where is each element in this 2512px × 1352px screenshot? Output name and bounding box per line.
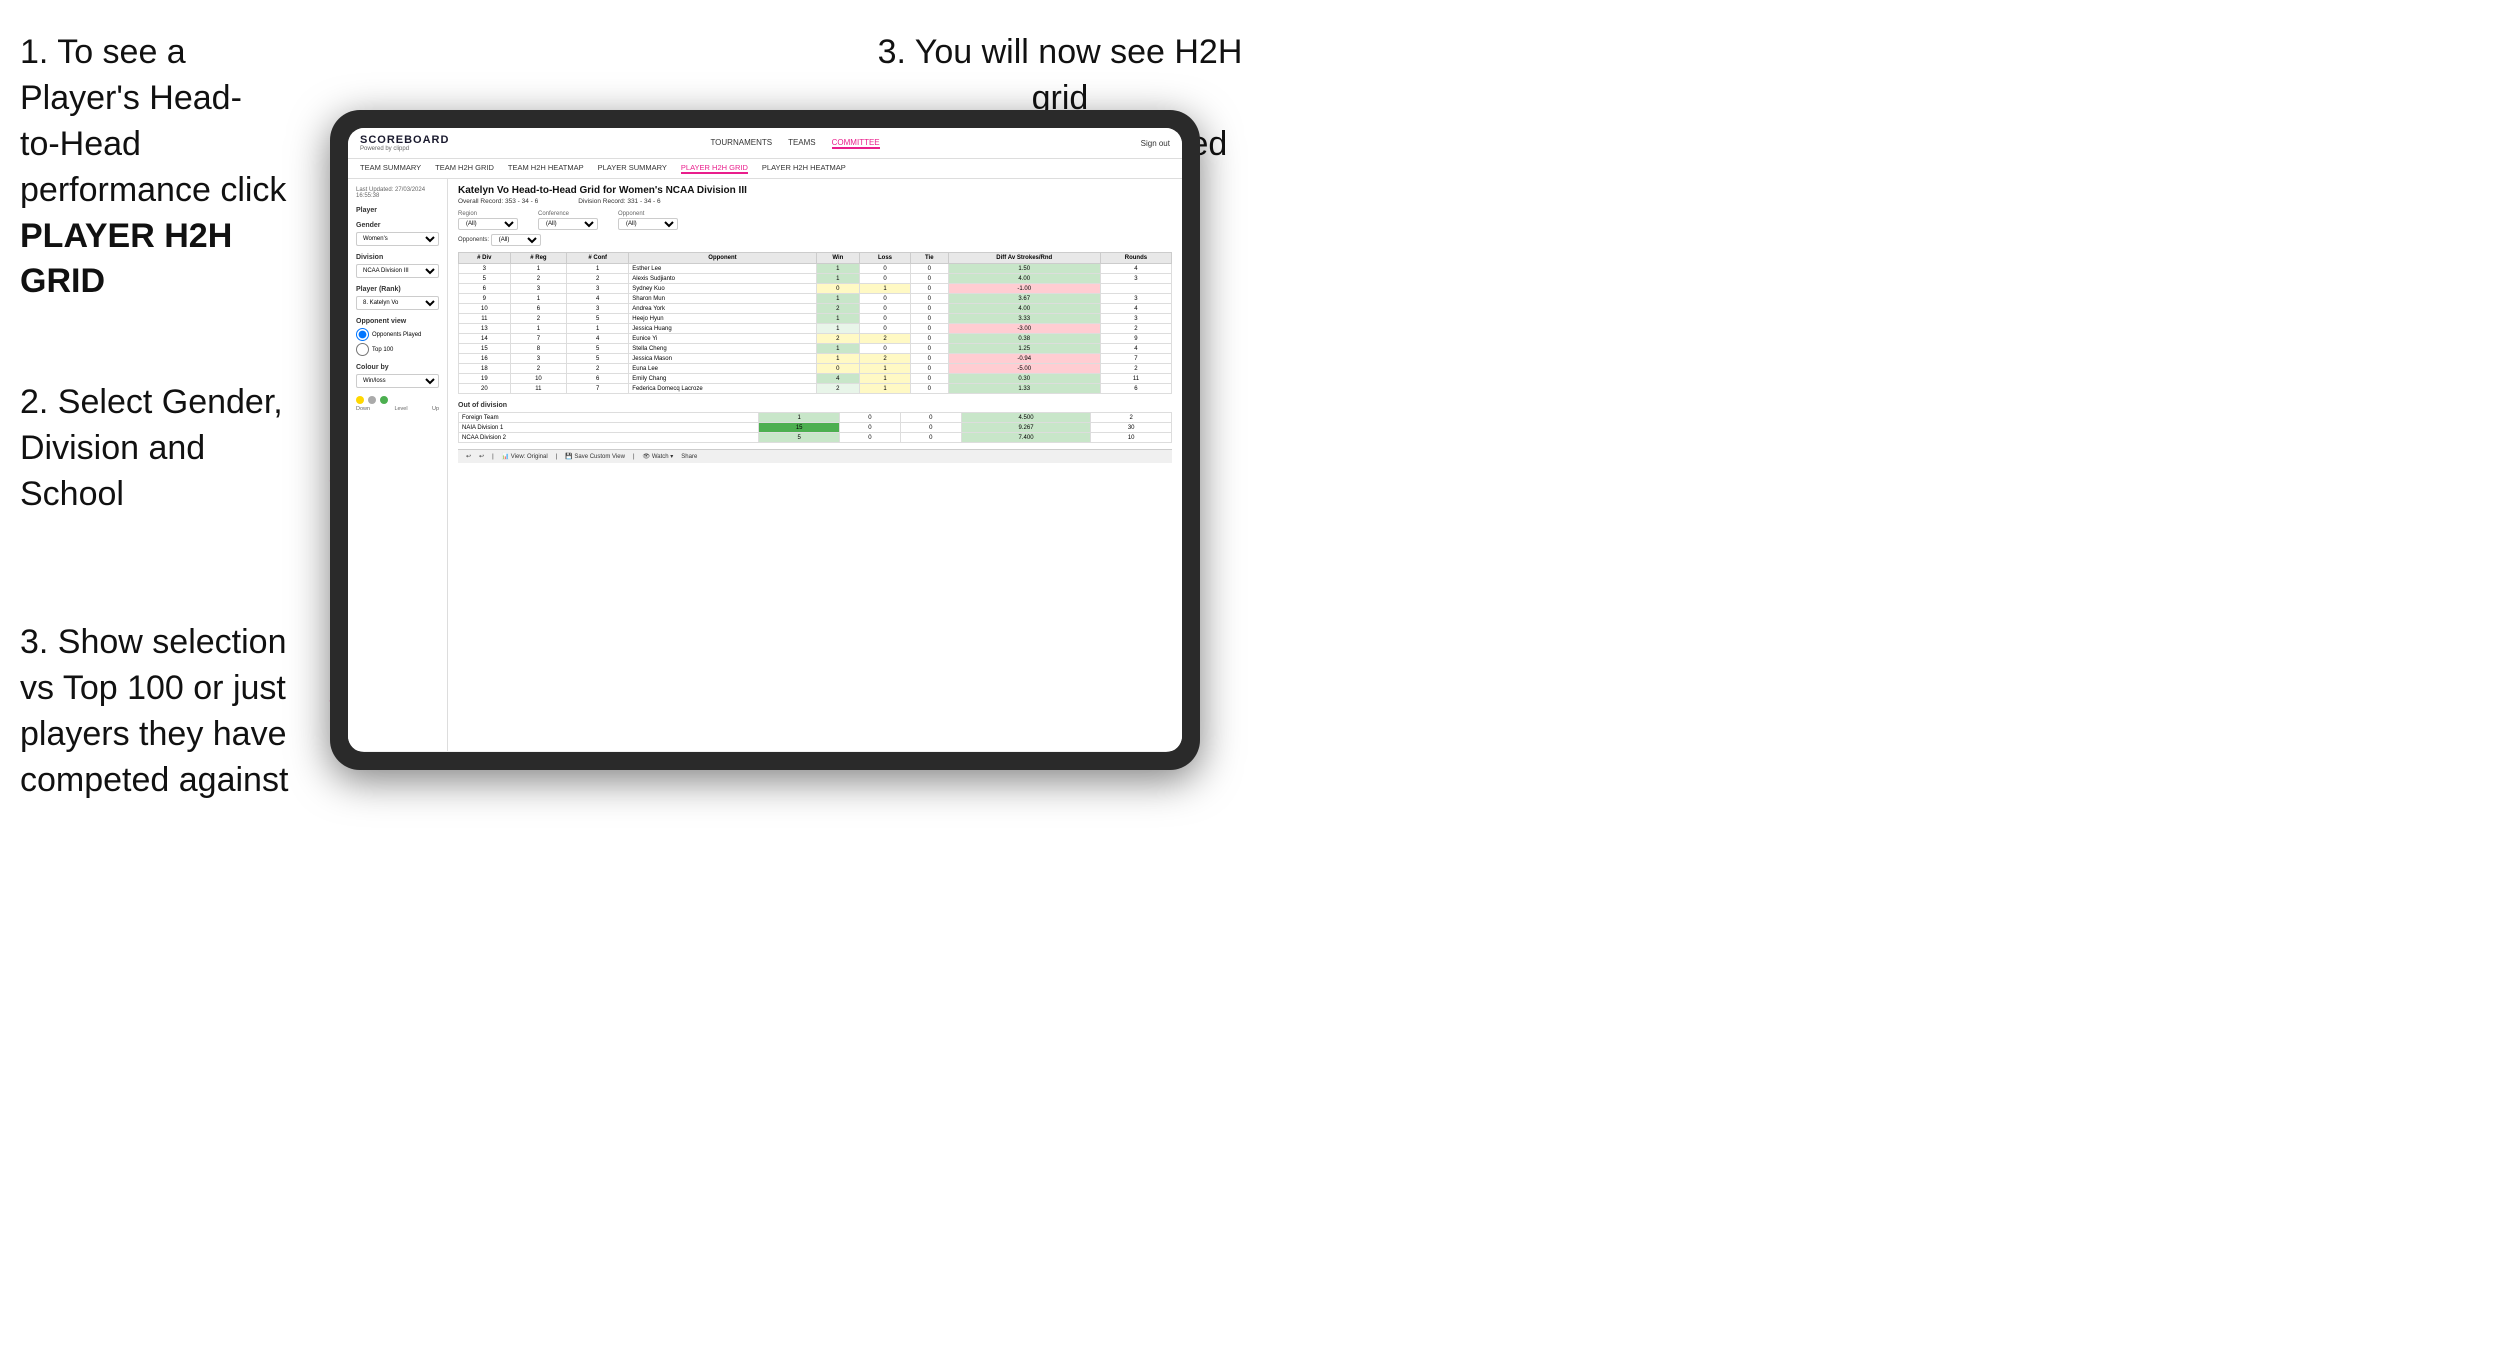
table-row: 19 10 6 Emily Chang 4 1 0 0.30 11 — [459, 374, 1172, 384]
player-rank-select[interactable]: 8. Katelyn Vo — [356, 296, 439, 310]
toolbar-sep2: | — [556, 454, 558, 460]
out-table-row: NAIA Division 1 15 0 0 9.267 30 — [459, 423, 1172, 433]
subnav-player-summary[interactable]: PLAYER SUMMARY — [598, 163, 667, 174]
col-rounds: Rounds — [1100, 253, 1171, 264]
subnav-team-h2h-grid[interactable]: TEAM H2H GRID — [435, 163, 494, 174]
out-table-row: Foreign Team 1 0 0 4.500 2 — [459, 413, 1172, 423]
legend-dot-level — [368, 396, 376, 404]
table-row: 15 8 5 Stella Cheng 1 0 0 1.25 4 — [459, 344, 1172, 354]
table-row: 9 1 4 Sharon Mun 1 0 0 3.67 3 — [459, 294, 1172, 304]
main-content: Last Updated: 27/03/2024 16:55:38 Player… — [348, 179, 1182, 751]
watch-btn[interactable]: 👁 Watch ▾ — [643, 453, 674, 460]
col-conf: # Conf — [567, 253, 629, 264]
nav-committee[interactable]: COMMITTEE — [832, 138, 880, 149]
table-row: 10 6 3 Andrea York 2 0 0 4.00 4 — [459, 304, 1172, 314]
tablet-screen: SCOREBOARD Powered by clippd TOURNAMENTS… — [348, 128, 1182, 752]
toolbar-sep3: | — [633, 454, 635, 460]
subnav-player-h2h-grid[interactable]: PLAYER H2H GRID — [681, 163, 748, 174]
share-btn[interactable]: Share — [681, 454, 697, 460]
nav-teams[interactable]: TEAMS — [788, 138, 816, 149]
division-record: Division Record: 331 - 34 - 6 — [578, 198, 660, 205]
table-row: 3 1 1 Esther Lee 1 0 0 1.50 4 — [459, 264, 1172, 274]
gender-select[interactable]: Women's — [356, 232, 439, 246]
legend-dot-down — [356, 396, 364, 404]
division-section: Division NCAA Division III — [356, 254, 439, 278]
legend-dot-up — [380, 396, 388, 404]
colour-by-select[interactable]: Win/loss — [356, 374, 439, 388]
colour-legend: Down Level Up — [356, 396, 439, 412]
table-row: 11 2 5 Heejo Hyun 1 0 0 3.33 3 — [459, 314, 1172, 324]
table-row: 18 2 2 Euna Lee 0 1 0 -5.00 2 — [459, 364, 1172, 374]
col-tie: Tie — [910, 253, 948, 264]
region-select[interactable]: (All) — [458, 218, 518, 230]
overall-record: Overall Record: 353 - 34 - 6 — [458, 198, 538, 205]
out-table: Foreign Team 1 0 0 4.500 2 NAIA Division… — [458, 412, 1172, 443]
table-row: 13 1 1 Jessica Huang 1 0 0 -3.00 2 — [459, 324, 1172, 334]
h2h-table: # Div # Reg # Conf Opponent Win Loss Tie… — [458, 252, 1172, 394]
tablet-device: SCOREBOARD Powered by clippd TOURNAMENTS… — [330, 110, 1200, 770]
toolbar-sep: | — [492, 454, 494, 460]
conference-filter: Conference (All) — [538, 211, 598, 230]
instruction-2: 2. Select Gender, Division and School — [20, 380, 320, 518]
nav-links: TOURNAMENTS TEAMS COMMITTEE — [710, 138, 879, 149]
col-div: # Div — [459, 253, 511, 264]
right-content: Katelyn Vo Head-to-Head Grid for Women's… — [448, 179, 1182, 751]
col-loss: Loss — [860, 253, 911, 264]
navbar: SCOREBOARD Powered by clippd TOURNAMENTS… — [348, 128, 1182, 159]
grid-title: Katelyn Vo Head-to-Head Grid for Women's… — [458, 185, 1172, 196]
undo-btn[interactable]: ↩ — [466, 453, 471, 460]
opponent-select[interactable]: (All) — [618, 218, 678, 230]
records: Overall Record: 353 - 34 - 6 Division Re… — [458, 198, 1172, 205]
gender-section: Gender Women's — [356, 222, 439, 246]
conference-select[interactable]: (All) — [538, 218, 598, 230]
col-diff: Diff Av Strokes/Rnd — [948, 253, 1100, 264]
col-win: Win — [816, 253, 859, 264]
top100-radio[interactable]: Top 100 — [356, 343, 439, 356]
table-row: 14 7 4 Eunice Yi 2 2 0 0.38 9 — [459, 334, 1172, 344]
subnav-player-h2h-heatmap[interactable]: PLAYER H2H HEATMAP — [762, 163, 846, 174]
save-custom-btn[interactable]: 💾 Save Custom View — [565, 453, 625, 460]
player-rank-section: Player (Rank) 8. Katelyn Vo — [356, 286, 439, 310]
col-opponent: Opponent — [629, 253, 816, 264]
colour-by-section: Colour by Win/loss — [356, 364, 439, 388]
last-updated: Last Updated: 27/03/2024 16:55:38 — [356, 187, 439, 199]
opponents-all-select[interactable]: (All) — [491, 234, 541, 246]
opponent-filter: Opponent (All) — [618, 211, 678, 230]
opponent-view-section: Opponent view Opponents Played Top 100 — [356, 318, 439, 356]
out-of-division: Out of division Foreign Team 1 0 0 4.500… — [458, 402, 1172, 443]
filter-section: Region (All) Conference (All) Opponent (… — [458, 211, 1172, 246]
table-row: 6 3 3 Sydney Kuo 0 1 0 -1.00 — [459, 284, 1172, 294]
col-reg: # Reg — [510, 253, 567, 264]
out-table-row: NCAA Division 2 5 0 0 7.400 10 — [459, 433, 1172, 443]
subnav-team-h2h-heatmap[interactable]: TEAM H2H HEATMAP — [508, 163, 584, 174]
instruction-3-left: 3. Show selection vs Top 100 or just pla… — [20, 620, 330, 804]
subnav-team-summary[interactable]: TEAM SUMMARY — [360, 163, 421, 174]
view-original-btn[interactable]: 📊 View: Original — [502, 453, 548, 460]
subnav: TEAM SUMMARY TEAM H2H GRID TEAM H2H HEAT… — [348, 159, 1182, 179]
table-row: 20 11 7 Federica Domecq Lacroze 2 1 0 1.… — [459, 384, 1172, 394]
player-section: Player — [356, 207, 439, 214]
table-row: 16 3 5 Jessica Mason 1 2 0 -0.94 7 — [459, 354, 1172, 364]
opponents-played-radio[interactable]: Opponents Played — [356, 328, 439, 341]
left-panel: Last Updated: 27/03/2024 16:55:38 Player… — [348, 179, 448, 751]
table-row: 5 2 2 Alexis Sudjianto 1 0 0 4.00 3 — [459, 274, 1172, 284]
region-filter: Region (All) — [458, 211, 518, 230]
division-select[interactable]: NCAA Division III — [356, 264, 439, 278]
instruction-1: 1. To see a Player's Head- to-Head perfo… — [20, 30, 300, 305]
nav-tournaments[interactable]: TOURNAMENTS — [710, 138, 772, 149]
brand: SCOREBOARD Powered by clippd — [360, 134, 449, 152]
toolbar: ↩ ↩ | 📊 View: Original | 💾 Save Custom V… — [458, 449, 1172, 463]
redo-btn[interactable]: ↩ — [479, 453, 484, 460]
nav-right: Sign out — [1141, 139, 1170, 148]
